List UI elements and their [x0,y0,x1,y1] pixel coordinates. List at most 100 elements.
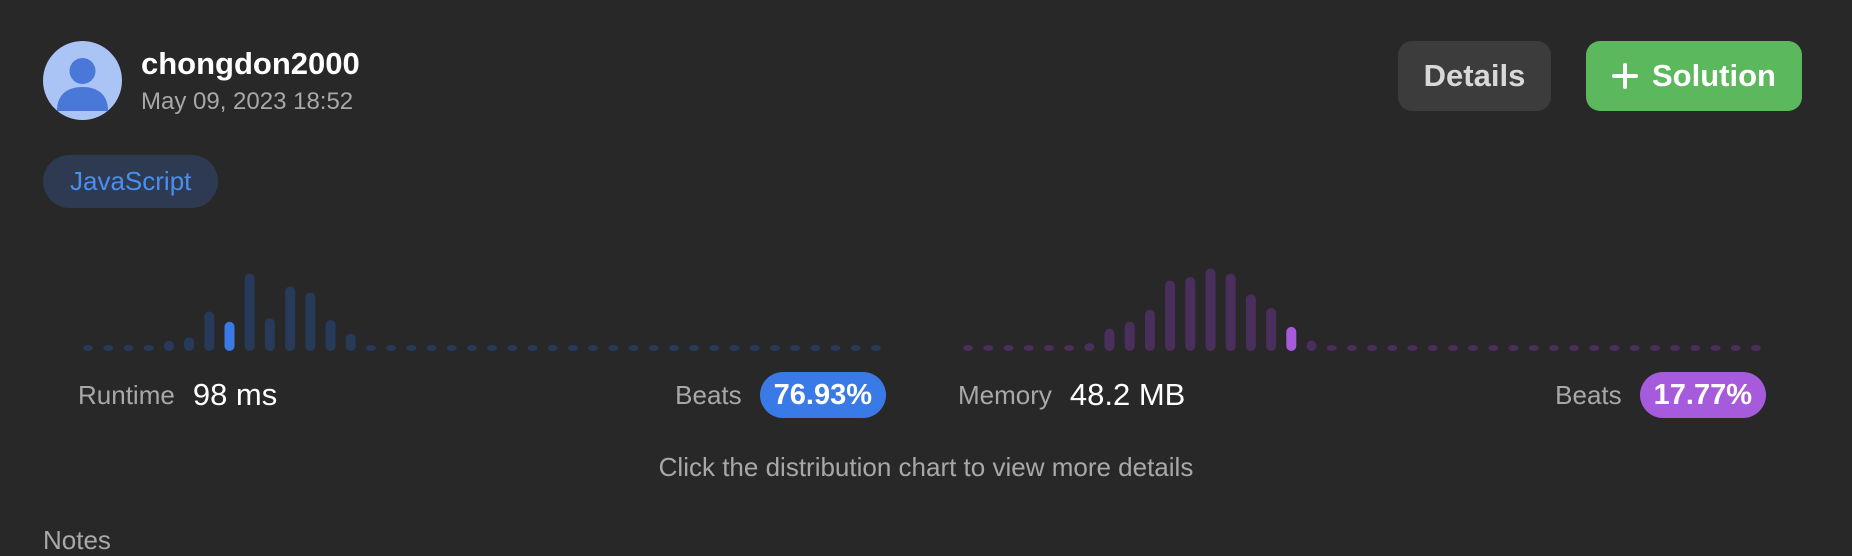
runtime-beats-label: Beats [675,379,742,410]
memory-distribution-bar[interactable] [1286,326,1297,351]
memory-distribution-bar[interactable] [983,345,994,351]
runtime-distribution-bar[interactable] [608,345,619,351]
memory-distribution-bar[interactable] [1528,345,1539,351]
runtime-distribution-bar[interactable] [588,345,599,351]
runtime-distribution-bar[interactable] [345,333,356,351]
runtime-distribution-bar[interactable] [729,345,740,351]
memory-stats: Memory 48.2 MB Beats 17.77% [958,370,1766,420]
plus-icon [1612,63,1638,89]
chart-hint: Click the distribution chart to view mor… [658,452,1194,482]
memory-distribution-bar[interactable] [1346,345,1357,351]
memory-distribution-bar[interactable] [1205,268,1216,351]
runtime-stats: Runtime 98 ms Beats 76.93% [78,370,886,420]
memory-distribution-bar[interactable] [1104,328,1115,351]
runtime-distribution-bar[interactable] [466,345,477,351]
runtime-distribution-bar[interactable] [204,311,215,351]
memory-distribution-bar[interactable] [1750,345,1761,351]
runtime-distribution-bar[interactable] [325,320,336,351]
runtime-distribution-chart[interactable] [78,255,886,355]
runtime-distribution-bar[interactable] [648,345,659,351]
user-meta: chongdon2000 May 09, 2023 18:52 [141,46,360,116]
runtime-distribution-svg[interactable] [78,255,886,355]
memory-distribution-bar[interactable] [1225,273,1236,351]
memory-distribution-bar[interactable] [1043,345,1054,351]
memory-distribution-bar[interactable] [963,345,974,351]
runtime-label: Runtime [78,379,175,410]
runtime-distribution-bar[interactable] [224,321,235,351]
add-solution-button[interactable]: Solution [1586,41,1802,111]
runtime-distribution-bar[interactable] [123,345,134,351]
memory-distribution-bar[interactable] [1387,345,1398,351]
runtime-distribution-bar[interactable] [305,292,316,351]
runtime-distribution-bar[interactable] [749,345,760,351]
memory-distribution-bar[interactable] [1165,280,1176,351]
memory-distribution-bar[interactable] [1326,345,1337,351]
runtime-distribution-bar[interactable] [547,345,558,351]
memory-distribution-bar[interactable] [1548,345,1559,351]
memory-distribution-svg[interactable] [958,255,1766,355]
memory-distribution-bar[interactable] [1084,343,1095,351]
memory-distribution-bar[interactable] [1023,345,1034,351]
memory-distribution-bar[interactable] [1064,345,1075,351]
submission-header: chongdon2000 May 09, 2023 18:52 [43,41,360,120]
details-button[interactable]: Details [1398,41,1551,111]
memory-distribution-bar[interactable] [1569,345,1580,351]
memory-distribution-bar[interactable] [1367,345,1378,351]
runtime-distribution-bar[interactable] [426,345,437,351]
runtime-distribution-bar[interactable] [567,345,578,351]
runtime-distribution-bar[interactable] [446,345,457,351]
memory-distribution-bar[interactable] [1670,345,1681,351]
memory-distribution-bar[interactable] [1730,345,1741,351]
memory-distribution-bar[interactable] [1306,340,1317,351]
runtime-distribution-bar[interactable] [143,345,154,351]
memory-distribution-bar[interactable] [1589,345,1600,351]
runtime-distribution-bar[interactable] [527,345,538,351]
memory-distribution-bar[interactable] [1649,345,1660,351]
runtime-distribution-bar[interactable] [810,345,821,351]
memory-distribution-bar[interactable] [1710,345,1721,351]
runtime-distribution-bar[interactable] [365,345,376,351]
memory-distribution-bar[interactable] [1003,345,1014,351]
runtime-distribution-bar[interactable] [487,345,498,351]
header-actions: Details Solution [1398,41,1802,111]
memory-distribution-bar[interactable] [1124,321,1135,351]
memory-distribution-bar[interactable] [1629,345,1640,351]
memory-distribution-bar[interactable] [1447,345,1458,351]
avatar[interactable] [43,41,122,120]
memory-distribution-bar[interactable] [1690,345,1701,351]
memory-distribution-bar[interactable] [1144,309,1155,351]
memory-distribution-bar[interactable] [1468,345,1479,351]
memory-distribution-bar[interactable] [1245,294,1256,351]
runtime-distribution-bar[interactable] [244,273,255,351]
runtime-distribution-bar[interactable] [507,345,518,351]
runtime-distribution-bar[interactable] [769,345,780,351]
user-avatar-icon [57,58,108,111]
runtime-distribution-bar[interactable] [709,345,720,351]
runtime-distribution-bar[interactable] [163,340,174,351]
memory-distribution-bar[interactable] [1427,345,1438,351]
runtime-distribution-bar[interactable] [184,337,195,351]
runtime-distribution-bar[interactable] [406,345,417,351]
runtime-distribution-bar[interactable] [103,345,114,351]
runtime-distribution-bar[interactable] [870,345,881,351]
memory-distribution-chart[interactable] [958,255,1766,355]
runtime-distribution-bar[interactable] [285,286,296,352]
runtime-distribution-bar[interactable] [386,345,397,351]
memory-distribution-bar[interactable] [1508,345,1519,351]
runtime-distribution-bar[interactable] [668,345,679,351]
runtime-distribution-bar[interactable] [850,345,861,351]
username[interactable]: chongdon2000 [141,46,360,82]
memory-distribution-bar[interactable] [1185,277,1196,351]
runtime-distribution-bar[interactable] [264,318,275,351]
memory-distribution-bar[interactable] [1488,345,1499,351]
memory-beats-label: Beats [1555,379,1622,410]
memory-distribution-bar[interactable] [1266,308,1277,351]
runtime-distribution-bar[interactable] [628,345,639,351]
runtime-distribution-bar[interactable] [790,345,801,351]
memory-distribution-bar[interactable] [1407,345,1418,351]
language-tag: JavaScript [43,155,219,208]
memory-distribution-bar[interactable] [1609,345,1620,351]
runtime-distribution-bar[interactable] [689,345,700,351]
runtime-distribution-bar[interactable] [830,345,841,351]
runtime-distribution-bar[interactable] [83,345,94,351]
